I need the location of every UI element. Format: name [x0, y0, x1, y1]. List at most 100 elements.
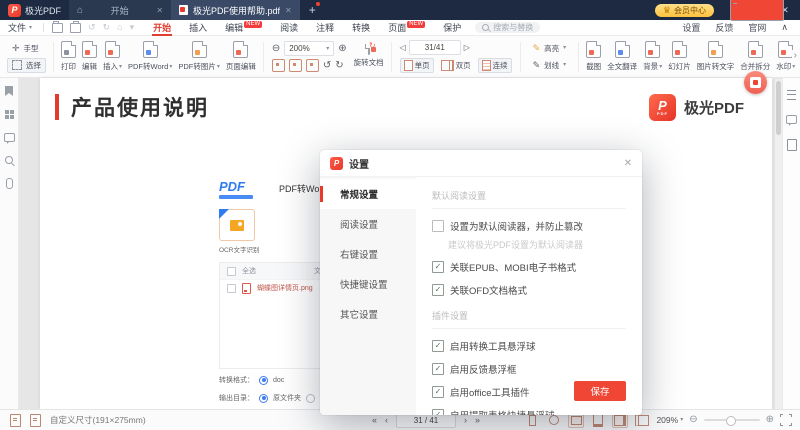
thumbnails-icon[interactable] — [5, 110, 9, 114]
vertical-scrollbar[interactable] — [775, 79, 782, 409]
prev-page-icon[interactable]: ◁ — [400, 43, 406, 52]
ribbon-tab-start[interactable]: 开始 — [144, 19, 180, 36]
ribbon-tab-page[interactable]: 页面NEW — [379, 19, 434, 36]
page-number-input[interactable]: 31/41 — [409, 40, 461, 55]
checkbox-icon[interactable]: ✓ — [432, 284, 444, 296]
zoom-slider[interactable] — [704, 419, 760, 421]
dialog-close-icon[interactable]: ✕ — [624, 158, 632, 169]
checkbox-epub-mobi[interactable]: ✓ 关联EPUB、MOBI电子书格式 — [432, 260, 626, 274]
checkbox-icon[interactable] — [432, 220, 444, 232]
zoom-in-icon[interactable]: ⊕ — [766, 415, 774, 425]
select-tool-button[interactable]: 选择 — [7, 58, 46, 73]
checkbox-extract-table[interactable]: ✓ 启用提取表格快捷悬浮球 — [432, 408, 626, 415]
nav-reading-settings[interactable]: 阅读设置 — [320, 209, 416, 239]
print-button[interactable]: 打印 — [58, 41, 79, 72]
file-menu[interactable]: 文件 ▾ — [0, 21, 40, 34]
merge-split-button[interactable]: 合并拆分 — [737, 41, 773, 72]
background-button[interactable]: 背景▾ — [640, 41, 665, 72]
edit-button[interactable]: 编辑 — [79, 41, 100, 72]
scrollbar-thumb[interactable] — [776, 81, 781, 135]
nav-other-settings[interactable]: 其它设置 — [320, 299, 416, 329]
undo-icon[interactable]: ↺ — [88, 23, 96, 32]
page-size-icon-2[interactable] — [30, 414, 41, 427]
checkbox-icon[interactable]: ✓ — [432, 386, 444, 398]
quick-print-icon[interactable] — [70, 23, 81, 33]
assistant-floating-button[interactable] — [744, 71, 767, 94]
new-tab-button[interactable]: + — [309, 4, 316, 16]
nav-general-settings[interactable]: 常规设置 — [320, 179, 416, 209]
zoom-in-icon[interactable]: ⊕ — [338, 44, 346, 54]
rotate-document-button[interactable]: ↻ 旋转文档 — [351, 45, 387, 68]
open-file-icon[interactable] — [52, 23, 63, 33]
toolbar-expand-icon[interactable]: › — [792, 50, 799, 61]
ribbon-tab-convert[interactable]: 转换 — [343, 19, 379, 36]
translate-button[interactable]: 全文翻译 — [604, 41, 640, 72]
checkbox-icon[interactable]: ✓ — [432, 261, 444, 273]
fit-page-icon[interactable] — [306, 59, 319, 72]
attachment-icon[interactable] — [6, 178, 13, 189]
ribbon-tab-read[interactable]: 阅读 — [271, 19, 307, 36]
ribbon-tab-edit[interactable]: 编辑NEW — [216, 19, 271, 36]
redo-icon[interactable]: ↻ — [103, 23, 111, 32]
search-icon[interactable] — [5, 156, 13, 164]
fit-width-icon[interactable] — [289, 59, 302, 72]
prev-page-icon[interactable]: ‹ — [385, 416, 388, 425]
settings-link[interactable]: 设置 — [682, 21, 700, 34]
zoom-level-select[interactable]: 200% ▾ — [284, 41, 334, 56]
close-tab-icon[interactable]: ✕ — [285, 6, 292, 15]
zoom-level-select[interactable]: 209% ▾ — [656, 415, 683, 425]
home-icon[interactable]: ⌂ — [117, 23, 122, 32]
bookmark-icon[interactable] — [5, 86, 13, 96]
pdf-to-image-button[interactable]: PDF转图片▾ — [175, 41, 223, 72]
feedback-link[interactable]: 反馈 — [715, 21, 733, 34]
actual-size-icon[interactable] — [272, 59, 285, 72]
checkbox-convert-float-ball[interactable]: ✓ 启用转换工具悬浮球 — [432, 339, 626, 353]
underline-button[interactable]: ✎ 划线 ▾ — [528, 58, 572, 73]
highlight-button[interactable]: ✎ 高亮 ▾ — [528, 41, 572, 56]
ribbon-tab-comment[interactable]: 注释 — [307, 19, 343, 36]
last-page-icon[interactable]: » — [475, 416, 480, 425]
ribbon-tab-insert[interactable]: 插入 — [180, 19, 216, 36]
rotate-right-icon[interactable]: ↻ — [335, 61, 343, 71]
page-size-icon[interactable] — [10, 414, 21, 427]
nav-shortcut-settings[interactable]: 快捷键设置 — [320, 269, 416, 299]
search-input[interactable]: 搜索与替换 — [475, 22, 540, 33]
properties-icon[interactable] — [787, 90, 796, 100]
next-page-icon[interactable]: ▷ — [464, 43, 470, 52]
comments-icon[interactable] — [4, 133, 15, 142]
tab-home[interactable]: ⌂ 开始 ✕ — [69, 0, 171, 20]
checkbox-icon[interactable]: ✓ — [432, 409, 444, 415]
hand-tool-button[interactable]: ✛ 手型 — [7, 41, 46, 56]
insert-button[interactable]: 插入▾ — [100, 41, 125, 72]
checkbox-ofd[interactable]: ✓ 关联OFD文档格式 — [432, 283, 626, 297]
zoom-slider-knob[interactable] — [726, 416, 736, 426]
zoom-out-icon[interactable]: ⊖ — [689, 415, 697, 425]
tab-document[interactable]: 极光PDF使用帮助.pdf ✕ — [171, 0, 300, 20]
fullscreen-icon[interactable] — [780, 414, 792, 426]
vip-center-button[interactable]: ♛ 会员中心 — [655, 4, 714, 17]
checkbox-feedback-float[interactable]: ✓ 启用反馈悬浮框 — [432, 362, 626, 376]
checkbox-icon[interactable]: ✓ — [432, 340, 444, 352]
close-tab-icon[interactable]: ✕ — [156, 6, 163, 15]
feedback-bubble-icon[interactable] — [786, 115, 797, 124]
pdf-to-word-button[interactable]: PDF转Word▾ — [125, 41, 175, 72]
chevron-down-icon[interactable]: ▾ — [130, 23, 135, 32]
nav-rightclick-settings[interactable]: 右键设置 — [320, 239, 416, 269]
image-to-text-button[interactable]: 图片转文字 — [694, 41, 738, 72]
continuous-mode-button[interactable]: 连续 — [478, 58, 512, 73]
collapse-ribbon-icon[interactable]: ∧ — [781, 22, 788, 33]
ribbon-tab-protect[interactable]: 保护 — [434, 19, 470, 36]
single-page-mode-button[interactable]: 单页 — [400, 58, 434, 73]
slideshow-button[interactable]: 幻灯片 — [665, 41, 694, 72]
double-page-mode-button[interactable]: 双页 — [437, 58, 475, 73]
page-edit-button[interactable]: 页面编辑 — [223, 41, 259, 72]
screenshot-button[interactable]: 截图 — [583, 41, 604, 72]
save-button[interactable]: 保存 — [574, 381, 626, 401]
checkbox-default-reader[interactable]: 设置为默认阅读器，并防止篡改 — [432, 219, 626, 233]
zoom-out-icon[interactable]: ⊖ — [272, 44, 280, 54]
rotate-left-icon[interactable]: ↺ — [323, 61, 331, 71]
next-page-icon[interactable]: › — [464, 416, 467, 425]
first-page-icon[interactable]: « — [372, 416, 377, 425]
document-panel-icon[interactable] — [787, 139, 797, 151]
save-file-icon[interactable] — [730, 0, 784, 21]
